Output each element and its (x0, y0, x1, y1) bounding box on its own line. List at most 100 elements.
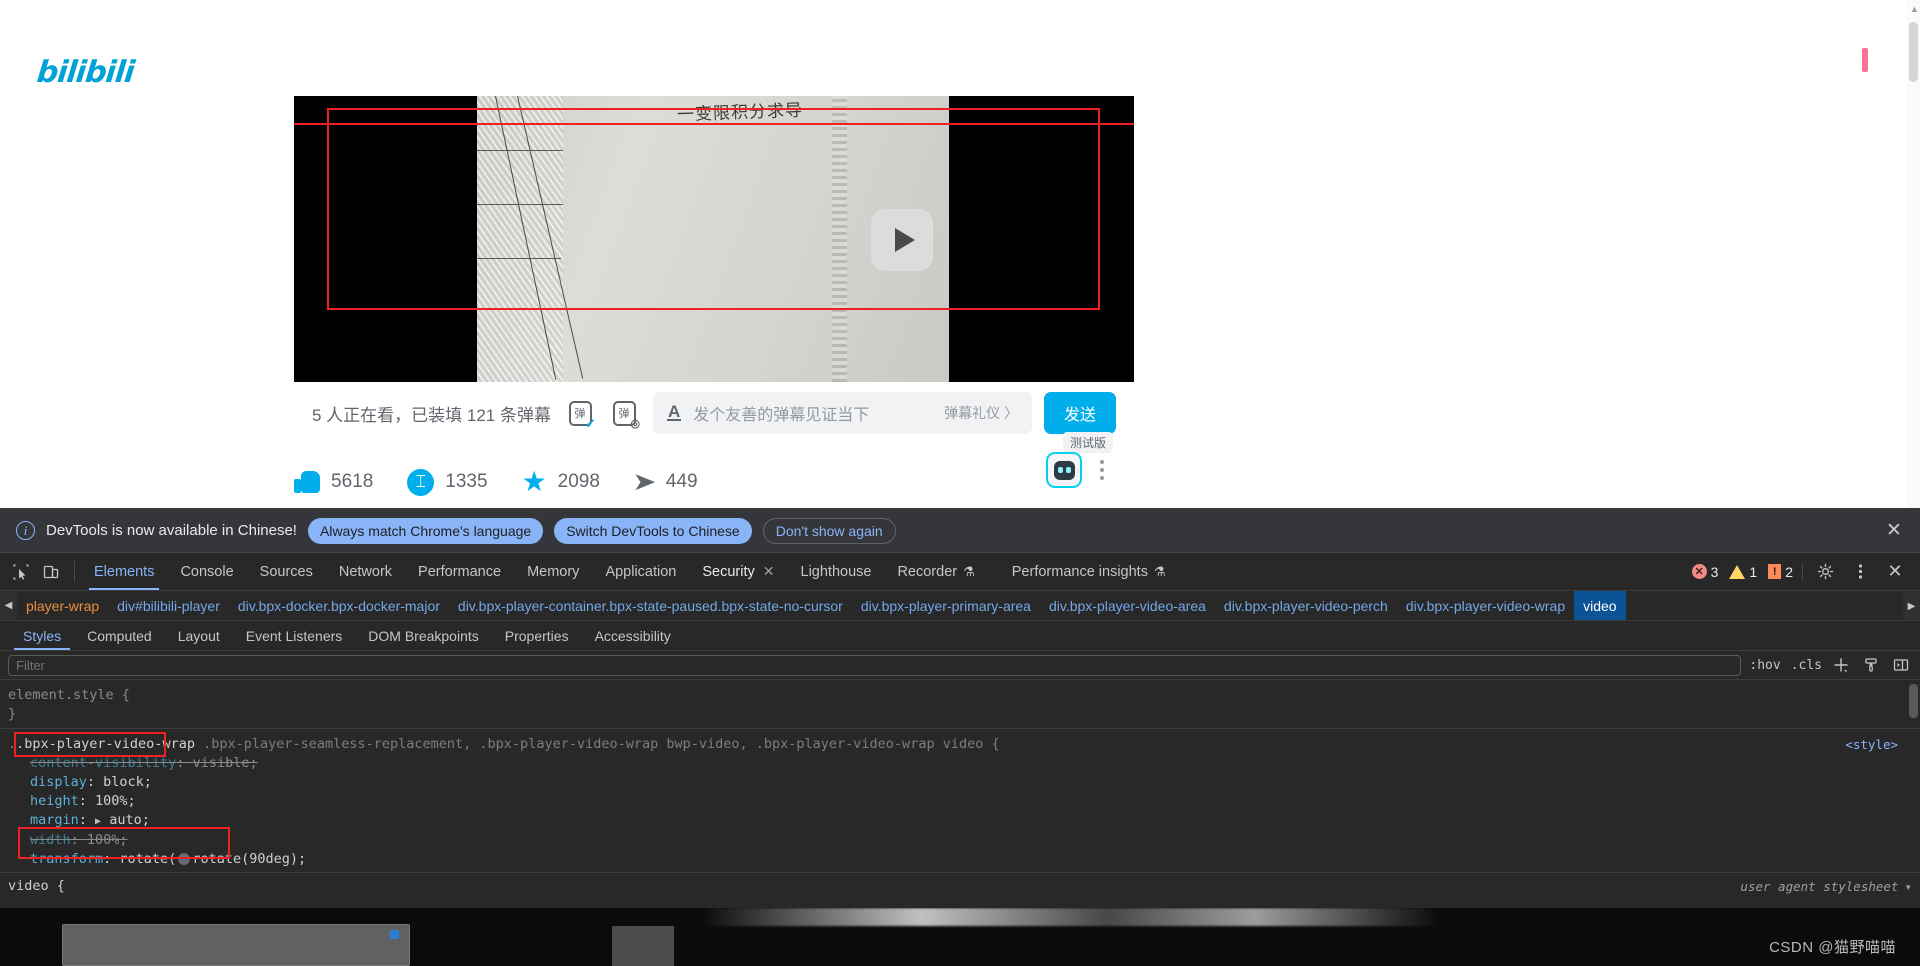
danmaku-etiquette-link[interactable]: 弹幕礼仪 〉 (944, 403, 1018, 423)
selector-highlighted[interactable]: .bpx-player-video-wrap (16, 736, 195, 752)
property-value[interactable]: 100%; (87, 832, 128, 848)
declaration-width[interactable]: width: 100%; (8, 831, 1920, 850)
breadcrumb-scroll-left-icon[interactable]: ◀ (0, 591, 17, 620)
chevron-down-icon[interactable]: ▾ (1904, 877, 1912, 896)
tab-dom-breakpoints[interactable]: DOM Breakpoints (355, 621, 491, 650)
tab-performance-insights[interactable]: Performance insights ⚗ (988, 553, 1179, 590)
favorite-button[interactable]: ★ 2098 (522, 468, 600, 496)
tab-elements[interactable]: Elements (81, 553, 167, 590)
tab-sources[interactable]: Sources (247, 553, 326, 590)
breadcrumb-item-video-wrap[interactable]: div.bpx-player-video-wrap (1397, 591, 1574, 620)
close-tab-icon[interactable]: ✕ (763, 563, 775, 580)
experiment-flask-icon: ⚗ (963, 563, 975, 579)
device-toolbar-icon[interactable] (38, 559, 64, 585)
breadcrumb-item-video[interactable]: video (1574, 591, 1626, 620)
close-icon[interactable]: ✕ (1884, 521, 1904, 541)
property-name[interactable]: content-visibility (8, 755, 176, 771)
always-match-language-button[interactable]: Always match Chrome's language (307, 517, 544, 544)
video-stage[interactable]: 一变限积分求导 (294, 96, 1134, 382)
property-name[interactable]: height (8, 793, 79, 809)
property-value[interactable]: visible; (193, 755, 258, 771)
scroll-up-arrow-icon[interactable]: ▲ (1910, 4, 1919, 14)
info-counter[interactable]: ! 2 (1768, 564, 1793, 580)
property-name[interactable]: width (8, 832, 71, 848)
tab-styles[interactable]: Styles (10, 621, 74, 650)
cls-toggle[interactable]: .cls (1791, 658, 1822, 673)
share-button[interactable]: ➤ 449 (632, 469, 697, 495)
play-button[interactable] (871, 209, 933, 271)
property-value[interactable]: 100%; (95, 793, 136, 809)
tab-performance[interactable]: Performance (405, 553, 514, 590)
more-options-icon[interactable] (1847, 559, 1873, 585)
tab-recorder[interactable]: Recorder ⚗ (884, 553, 987, 590)
rule-video-user-agent[interactable]: video { user agent stylesheet ▾ (0, 872, 1920, 900)
dont-show-again-button[interactable]: Don't show again (762, 517, 896, 544)
breadcrumb-item-bpx-docker[interactable]: div.bpx-docker.bpx-docker-major (229, 591, 449, 620)
bilibili-logo[interactable]: bilibili (35, 55, 135, 90)
declaration-content-visibility[interactable]: content-visibility: visible; (8, 754, 1920, 773)
send-danmaku-button[interactable]: 发送 (1044, 392, 1116, 434)
breadcrumb-item-primary-area[interactable]: div.bpx-player-primary-area (852, 591, 1040, 620)
selector-rest[interactable]: .bpx-player-seamless-replacement, .bpx-p… (195, 736, 1000, 752)
declaration-height[interactable]: height: 100%; (8, 792, 1920, 811)
breadcrumb-item-player-container[interactable]: div.bpx-player-container.bpx-state-pause… (449, 591, 852, 620)
declaration-margin[interactable]: margin: ▶ auto; (8, 811, 1920, 831)
rule-bpx-player-video-wrap[interactable]: ..bpx-player-video-wrap .bpx-player-seam… (8, 732, 1920, 888)
property-value[interactable]: auto; (109, 812, 150, 828)
scrollbar-thumb[interactable] (1909, 22, 1918, 82)
property-name[interactable]: margin (8, 812, 79, 828)
inspect-element-icon[interactable] (8, 559, 34, 585)
search-input[interactable] (8, 654, 1742, 676)
switch-to-chinese-button[interactable]: Switch DevTools to Chinese (554, 517, 752, 544)
tab-accessibility[interactable]: Accessibility (582, 621, 684, 650)
tab-application[interactable]: Application (592, 553, 689, 590)
danmaku-input[interactable]: 发个友善的弹幕见证当下 (693, 401, 932, 425)
tab-properties[interactable]: Properties (492, 621, 582, 650)
tab-network[interactable]: Network (326, 553, 405, 590)
rules-scroll-up-icon[interactable]: ▲ (1913, 680, 1919, 681)
property-name[interactable]: transform (8, 851, 103, 867)
hov-toggle[interactable]: :hov (1749, 658, 1780, 673)
like-button[interactable]: 5618 (294, 469, 373, 495)
property-value[interactable]: block; (103, 774, 152, 790)
warning-count: 1 (1749, 563, 1758, 580)
tab-memory[interactable]: Memory (514, 553, 592, 590)
breadcrumb-scroll-right-icon[interactable]: ▶ (1903, 591, 1920, 620)
property-value[interactable]: rotate(90deg); (192, 851, 306, 867)
tab-layout[interactable]: Layout (165, 621, 233, 650)
settings-gear-icon[interactable] (1812, 559, 1838, 585)
paint-brush-icon[interactable] (1860, 654, 1882, 676)
page-scrollbar[interactable]: ▲ (1907, 0, 1920, 508)
danmaku-settings-button[interactable]: 弹 ◎ (609, 398, 640, 430)
warning-counter[interactable]: 1 (1729, 564, 1757, 580)
breadcrumb-item-bilibili-player[interactable]: div#bilibili-player (108, 591, 229, 620)
tab-event-listeners[interactable]: Event Listeners (233, 621, 356, 650)
breadcrumb-item-video-perch[interactable]: div.bpx-player-video-perch (1215, 591, 1397, 620)
declaration-transform[interactable]: transform: rotate(rotate(90deg); (8, 850, 1920, 869)
coin-button[interactable]: ⌶ 1335 (407, 468, 488, 496)
tab-computed[interactable]: Computed (74, 621, 165, 650)
ai-assistant-button[interactable] (1046, 452, 1082, 488)
rule-selector-line[interactable]: ..bpx-player-video-wrap .bpx-player-seam… (8, 735, 1920, 754)
tab-lighthouse[interactable]: Lighthouse (788, 553, 885, 590)
breadcrumb-item-video-area[interactable]: div.bpx-player-video-area (1040, 591, 1215, 620)
declaration-display[interactable]: display: block; (8, 773, 1920, 792)
tab-console[interactable]: Console (167, 553, 246, 590)
stylesheet-source-link[interactable]: <style> (1845, 735, 1898, 754)
danmaku-toggle-button[interactable]: 弹 ✓ (565, 398, 596, 430)
text-style-icon[interactable]: A (667, 403, 682, 421)
info-count: 2 (1785, 563, 1793, 580)
tab-security[interactable]: Security ✕ (689, 553, 787, 590)
error-counter[interactable]: ✕ 3 (1691, 564, 1718, 580)
property-name[interactable]: display (8, 774, 87, 790)
more-options-button[interactable] (1100, 460, 1104, 480)
rule-element-style[interactable]: element.style { } (8, 686, 1920, 724)
close-devtools-icon[interactable]: ✕ (1882, 559, 1908, 585)
toggle-sidebar-icon[interactable] (1890, 654, 1912, 676)
plus-icon[interactable] (1830, 654, 1852, 676)
breadcrumb-item-player-wrap[interactable]: player-wrap (17, 591, 108, 620)
styles-rules-pane[interactable]: ▲ element.style { } ..bpx-player-video-w… (0, 680, 1920, 900)
angle-swatch-icon[interactable] (178, 853, 191, 865)
danmaku-input-wrap[interactable]: A 发个友善的弹幕见证当下 弹幕礼仪 〉 (653, 392, 1032, 434)
issue-counters[interactable]: ✕ 3 1 ! 2 (1691, 564, 1793, 580)
